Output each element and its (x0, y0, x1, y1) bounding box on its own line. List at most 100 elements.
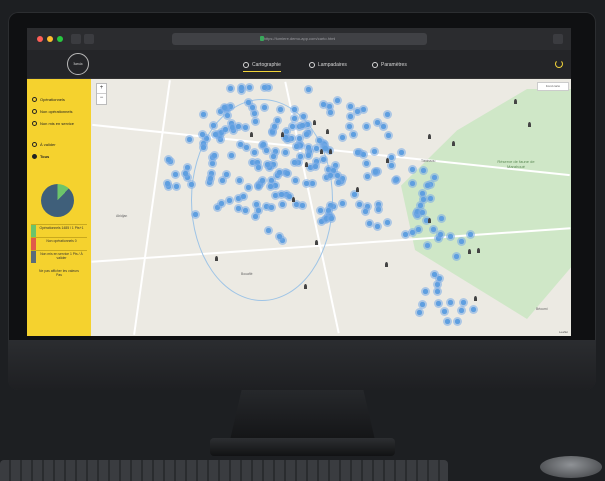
lamp-cluster-marker[interactable] (363, 172, 373, 182)
lamp-cluster-marker[interactable] (468, 305, 478, 315)
lamp-cluster-marker[interactable] (263, 225, 273, 235)
lamp-cluster-marker[interactable] (442, 317, 452, 327)
lamp-cluster-marker[interactable] (459, 298, 469, 308)
lamp-cluster-marker[interactable] (423, 180, 433, 190)
lamp-pin-marker[interactable] (291, 196, 295, 202)
lamp-cluster-marker[interactable] (184, 134, 194, 144)
lamp-cluster-marker[interactable] (170, 169, 180, 179)
lamp-cluster-marker[interactable] (426, 193, 436, 203)
lamp-cluster-marker[interactable] (243, 97, 253, 107)
filter-non-mis-en-service[interactable]: Non mis en service (32, 121, 74, 126)
lamp-pin-marker[interactable] (303, 283, 307, 289)
lamp-cluster-marker[interactable] (373, 221, 383, 231)
tab-cartographie[interactable]: Cartographie (243, 59, 281, 72)
refresh-icon[interactable] (555, 60, 563, 68)
lamp-cluster-marker[interactable] (234, 175, 244, 185)
lamp-cluster-marker[interactable] (289, 104, 299, 114)
lamp-cluster-marker[interactable] (240, 206, 250, 216)
lamp-cluster-marker[interactable] (275, 104, 285, 114)
lamp-cluster-marker[interactable] (262, 159, 272, 169)
lamp-cluster-marker[interactable] (292, 141, 302, 151)
lamp-pin-marker[interactable] (474, 295, 478, 301)
lamp-pin-marker[interactable] (313, 119, 317, 125)
lamp-cluster-marker[interactable] (162, 179, 172, 189)
lamp-cluster-marker[interactable] (326, 170, 336, 180)
lamp-pin-marker[interactable] (427, 217, 431, 223)
lamp-cluster-marker[interactable] (325, 107, 335, 117)
lamp-cluster-marker[interactable] (373, 204, 383, 214)
lamp-cluster-marker[interactable] (208, 121, 218, 131)
lamp-cluster-marker[interactable] (337, 199, 347, 209)
lamp-cluster-marker[interactable] (304, 84, 314, 94)
lamp-cluster-marker[interactable] (216, 198, 226, 208)
sidebar-footer[interactable]: Ne pas afficher les valeurs Pas (31, 269, 87, 277)
lamp-cluster-marker[interactable] (245, 82, 255, 92)
basemap-control[interactable]: Fond carto (537, 82, 569, 91)
lamp-cluster-marker[interactable] (418, 300, 428, 310)
lamp-pin-marker[interactable] (305, 161, 309, 167)
lamp-cluster-marker[interactable] (272, 115, 282, 125)
lamp-cluster-marker[interactable] (253, 162, 263, 172)
lamp-cluster-marker[interactable] (445, 231, 455, 241)
app-logo[interactable]: lumia (67, 53, 89, 75)
lamp-cluster-marker[interactable] (297, 121, 307, 131)
lamp-cluster-marker[interactable] (205, 174, 215, 184)
forward-button[interactable] (84, 34, 94, 44)
lamp-cluster-marker[interactable] (383, 218, 393, 228)
lamp-pin-marker[interactable] (215, 256, 219, 262)
lamp-cluster-marker[interactable] (332, 95, 342, 105)
lamp-cluster-marker[interactable] (290, 157, 300, 167)
lamp-cluster-marker[interactable] (171, 181, 181, 191)
filter-operationnels[interactable]: Opérationnels (32, 97, 65, 102)
filter-tous[interactable]: Tous (32, 154, 49, 159)
lamp-pin-marker[interactable] (476, 248, 480, 254)
lamp-cluster-marker[interactable] (221, 124, 231, 134)
lamp-cluster-marker[interactable] (392, 174, 402, 184)
lamp-pin-marker[interactable] (325, 128, 329, 134)
lamp-pin-marker[interactable] (329, 148, 333, 154)
lamp-cluster-marker[interactable] (301, 130, 311, 140)
lamp-cluster-marker[interactable] (225, 195, 235, 205)
lamp-cluster-marker[interactable] (238, 192, 248, 202)
lamp-cluster-marker[interactable] (362, 158, 372, 168)
lamp-cluster-marker[interactable] (226, 83, 236, 93)
lamp-cluster-marker[interactable] (280, 148, 290, 158)
lamp-cluster-marker[interactable] (269, 151, 279, 161)
minimize-window-button[interactable] (47, 36, 53, 42)
lamp-cluster-marker[interactable] (362, 121, 372, 131)
lamp-cluster-marker[interactable] (303, 150, 313, 160)
lamp-pin-marker[interactable] (468, 249, 472, 255)
lamp-cluster-marker[interactable] (349, 130, 359, 140)
zoom-out-button[interactable]: − (97, 94, 106, 103)
lamp-cluster-marker[interactable] (297, 200, 307, 210)
lamp-cluster-marker[interactable] (250, 116, 260, 126)
lamp-pin-marker[interactable] (528, 121, 532, 127)
lamp-pin-marker[interactable] (355, 187, 359, 193)
tab-lampadaires[interactable]: Lampadaires (309, 59, 347, 71)
lamp-cluster-marker[interactable] (418, 165, 428, 175)
lamp-cluster-marker[interactable] (382, 110, 392, 120)
lamp-pin-marker[interactable] (281, 132, 285, 138)
lamp-cluster-marker[interactable] (326, 214, 336, 224)
lamp-cluster-marker[interactable] (291, 175, 301, 185)
lamp-cluster-marker[interactable] (282, 169, 292, 179)
lamp-cluster-marker[interactable] (259, 102, 269, 112)
lamp-pin-marker[interactable] (386, 158, 390, 164)
lamp-cluster-marker[interactable] (310, 161, 320, 171)
lamp-cluster-marker[interactable] (211, 129, 221, 139)
lamp-cluster-marker[interactable] (210, 150, 220, 160)
lamp-cluster-marker[interactable] (436, 213, 446, 223)
back-button[interactable] (71, 34, 81, 44)
map-view[interactable]: + − Fond carto Abidjan Bouaflé Tiébissou… (91, 79, 571, 336)
lamp-cluster-marker[interactable] (260, 82, 270, 92)
lamp-cluster-marker[interactable] (384, 130, 394, 140)
lamp-pin-marker[interactable] (427, 134, 431, 140)
lamp-cluster-marker[interactable] (226, 151, 236, 161)
lamp-cluster-marker[interactable] (465, 230, 475, 240)
lamp-cluster-marker[interactable] (244, 182, 254, 192)
lamp-cluster-marker[interactable] (338, 132, 348, 142)
lamp-cluster-marker[interactable] (198, 109, 208, 119)
lamp-cluster-marker[interactable] (217, 175, 227, 185)
lamp-cluster-marker[interactable] (163, 155, 173, 165)
lamp-cluster-marker[interactable] (421, 286, 431, 296)
